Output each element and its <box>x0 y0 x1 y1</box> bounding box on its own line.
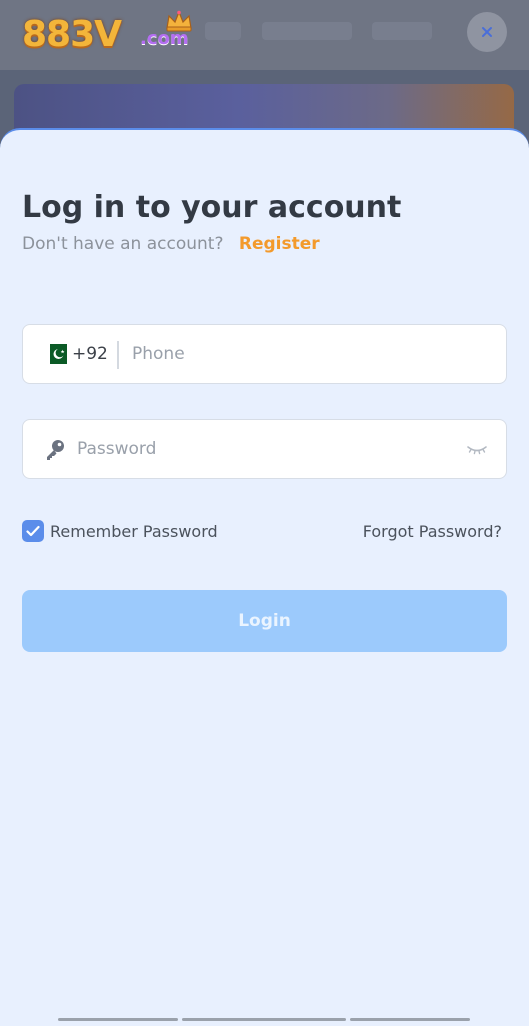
background-nav-item <box>262 22 352 40</box>
no-account-text: Don't have an account? <box>22 234 224 254</box>
site-logo: 883V .com <box>22 8 192 58</box>
forgot-password-link[interactable]: Forgot Password? <box>363 522 502 541</box>
bottom-bar-segment <box>350 1018 470 1021</box>
login-button[interactable]: Login <box>22 590 507 652</box>
background-nav-item <box>372 22 432 40</box>
register-link[interactable]: Register <box>239 234 320 254</box>
phone-field[interactable]: +92 <box>22 324 507 384</box>
close-button[interactable] <box>467 12 507 52</box>
bottom-bar-segment <box>182 1018 346 1021</box>
field-divider <box>117 341 119 369</box>
password-field[interactable] <box>22 419 507 479</box>
checkmark-icon <box>26 525 40 537</box>
eye-closed-icon[interactable] <box>466 440 488 458</box>
logo-domain: .com <box>140 28 189 49</box>
remember-checkbox[interactable] <box>22 520 44 542</box>
close-icon <box>482 27 492 37</box>
background-nav-item <box>205 22 241 40</box>
bottom-bar-segment <box>58 1018 178 1021</box>
logo-text: 883V <box>22 14 122 55</box>
phone-input[interactable] <box>132 325 492 383</box>
login-sheet: Log in to your account Don't have an acc… <box>0 128 529 1026</box>
login-title: Log in to your account <box>22 190 402 225</box>
pakistan-flag-icon[interactable] <box>45 344 67 364</box>
remember-password[interactable]: Remember Password <box>22 520 218 542</box>
remember-label[interactable]: Remember Password <box>50 522 218 541</box>
password-input[interactable] <box>77 420 457 478</box>
country-code[interactable]: +92 <box>72 344 108 364</box>
register-prompt: Don't have an account? Register <box>22 234 320 254</box>
key-icon <box>47 440 64 460</box>
